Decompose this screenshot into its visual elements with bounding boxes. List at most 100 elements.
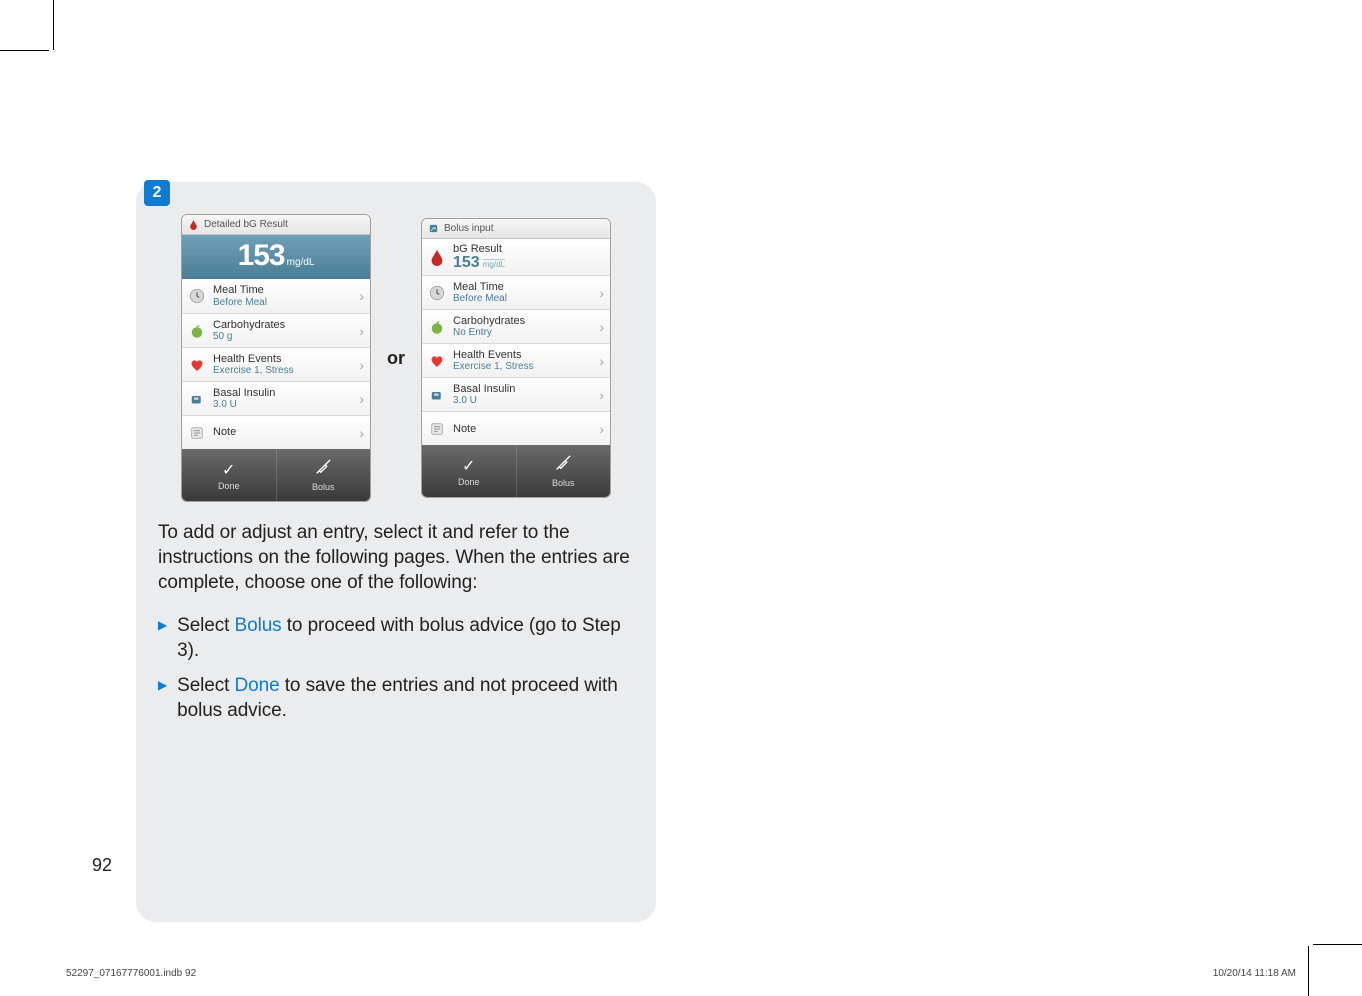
done-button[interactable]: ✓ Done [422, 445, 517, 497]
chevron-right-icon: › [356, 391, 364, 407]
heart-icon [188, 356, 206, 374]
row-value: Exercise 1, Stress [213, 365, 356, 376]
row-text: Health Events Exercise 1, Stress [453, 349, 596, 372]
intro-paragraph: To add or adjust an entry, select it and… [158, 520, 634, 595]
row-meal-time[interactable]: Meal Time Before Meal › [422, 275, 610, 309]
row-basal-insulin[interactable]: Basal Insulin 3.0 U › [422, 377, 610, 411]
done-label: Done [458, 477, 480, 487]
bullet-item-done: ▶ Select Done to save the entries and no… [158, 673, 634, 723]
bg-result-value: 153 [453, 254, 480, 271]
bullet-pre: Select [177, 615, 234, 636]
bullet-text: Select Done to save the entries and not … [177, 673, 634, 723]
chevron-right-icon: › [596, 319, 604, 335]
crop-mark-bottom-right-vert [1308, 946, 1309, 996]
device-screen-right: Bolus input bG Result 153 mg/dL [421, 218, 611, 498]
row-label: Meal Time [453, 281, 596, 293]
bullet-pre: Select [177, 675, 234, 696]
body-text: To add or adjust an entry, select it and… [158, 520, 634, 724]
bullet-item-bolus: ▶ Select Bolus to proceed with bolus adv… [158, 613, 634, 663]
crop-mark-top-left-horiz [0, 50, 49, 51]
chevron-right-icon: › [596, 285, 604, 301]
row-value: Exercise 1, Stress [453, 361, 596, 372]
syringe-icon [314, 458, 332, 481]
bolus-button[interactable]: Bolus [277, 449, 371, 501]
footer-timestamp: 10/20/14 11:18 AM [1213, 968, 1296, 979]
syringe-icon [554, 454, 572, 477]
row-text: Note [213, 426, 356, 438]
bullet-link: Done [235, 675, 280, 696]
row-label: Health Events [213, 353, 356, 365]
blood-drop-icon [428, 248, 446, 266]
screen-title-right: Bolus input [422, 219, 610, 239]
bolus-label: Bolus [312, 482, 335, 492]
chevron-right-icon: › [356, 357, 364, 373]
row-label: Carbohydrates [213, 319, 356, 331]
crop-mark-bottom-right-horiz [1313, 944, 1362, 945]
row-carbohydrates[interactable]: Carbohydrates 50 g › [182, 313, 370, 347]
row-value: Before Meal [213, 297, 356, 308]
heart-icon [428, 352, 446, 370]
page-number: 92 [92, 855, 112, 876]
big-result-value: 153 [238, 239, 285, 272]
row-text: bG Result 153 mg/dL [453, 243, 604, 271]
bg-result-value-container: 153 mg/dL [453, 255, 604, 271]
insulin-pump-icon [428, 386, 446, 404]
rows-left: Meal Time Before Meal › Carbohydrates 50… [182, 279, 370, 449]
row-value: 3.0 U [213, 399, 356, 410]
bullet-list: ▶ Select Bolus to proceed with bolus adv… [158, 613, 634, 723]
row-text: Health Events Exercise 1, Stress [213, 353, 356, 376]
chevron-right-icon: › [356, 323, 364, 339]
clock-icon [188, 287, 206, 305]
bottom-bar-left: ✓ Done Bolus [182, 449, 370, 501]
chevron-right-icon: › [596, 353, 604, 369]
row-label: Basal Insulin [213, 387, 356, 399]
apple-icon [428, 318, 446, 336]
row-meal-time[interactable]: Meal Time Before Meal › [182, 279, 370, 313]
row-text: Carbohydrates 50 g [213, 319, 356, 342]
row-text: Carbohydrates No Entry [453, 315, 596, 338]
check-icon: ✓ [222, 460, 235, 480]
row-health-events[interactable]: Health Events Exercise 1, Stress › [182, 347, 370, 381]
row-text: Meal Time Before Meal [213, 284, 356, 307]
row-label: Basal Insulin [453, 383, 596, 395]
chevron-right-icon: › [596, 421, 604, 437]
triangle-bullet-icon: ▶ [158, 678, 167, 694]
bottom-bar-right: ✓ Done Bolus [422, 445, 610, 497]
blood-drop-icon [188, 219, 199, 230]
instruction-panel: Detailed bG Result 153mg/dL Meal Time Be… [136, 182, 656, 922]
check-icon: ✓ [462, 456, 475, 476]
insulin-pump-icon [188, 390, 206, 408]
row-carbohydrates[interactable]: Carbohydrates No Entry › [422, 309, 610, 343]
row-text: Note [453, 423, 596, 435]
row-note[interactable]: Note › [422, 411, 610, 445]
row-value: No Entry [453, 327, 596, 338]
row-health-events[interactable]: Health Events Exercise 1, Stress › [422, 343, 610, 377]
done-label: Done [218, 481, 240, 491]
bolus-input-icon [428, 223, 439, 234]
device-screen-left: Detailed bG Result 153mg/dL Meal Time Be… [181, 214, 371, 502]
footer-file-and-page: 52297_07167776001.indb 92 [66, 968, 196, 979]
row-label: Note [213, 426, 356, 438]
chevron-right-icon: › [356, 288, 364, 304]
bolus-button[interactable]: Bolus [517, 445, 611, 497]
big-result-left: 153mg/dL [182, 235, 370, 279]
row-note[interactable]: Note › [182, 415, 370, 449]
row-label: Note [453, 423, 596, 435]
row-bg-result[interactable]: bG Result 153 mg/dL [422, 239, 610, 275]
bg-result-unit: mg/dL [483, 259, 505, 270]
bullet-text: Select Bolus to proceed with bolus advic… [177, 613, 634, 663]
crop-mark-top-left-vert [53, 0, 54, 50]
triangle-bullet-icon: ▶ [158, 618, 167, 634]
rows-right: bG Result 153 mg/dL Meal Time Before Mea… [422, 239, 610, 445]
note-icon [428, 420, 446, 438]
screen-title-text: Detailed bG Result [204, 219, 288, 230]
step-number: 2 [153, 184, 162, 202]
screen-title-text: Bolus input [444, 223, 493, 234]
clock-icon [428, 284, 446, 302]
done-button[interactable]: ✓ Done [182, 449, 277, 501]
chevron-right-icon: › [356, 425, 364, 441]
row-label: Health Events [453, 349, 596, 361]
row-text: Basal Insulin 3.0 U [213, 387, 356, 410]
row-basal-insulin[interactable]: Basal Insulin 3.0 U › [182, 381, 370, 415]
big-result-unit: mg/dL [287, 257, 315, 268]
